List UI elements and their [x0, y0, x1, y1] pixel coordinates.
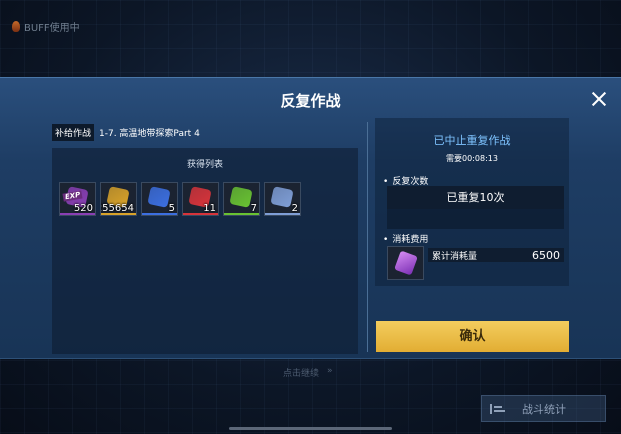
rarity-bar	[265, 213, 300, 215]
home-indicator	[229, 427, 392, 430]
purple-crystal-icon	[394, 250, 418, 276]
confirm-button[interactable]: 确认	[376, 321, 569, 352]
battle-stats-label: 战斗统计	[522, 402, 566, 416]
stage-tag: 补给作战	[52, 124, 95, 141]
reward-item[interactable]: 7	[223, 182, 260, 216]
reward-items: EXP52025565451172	[59, 182, 301, 216]
green-crystal-icon	[229, 186, 253, 208]
repeat-count-area	[387, 209, 564, 229]
rarity-bar	[60, 213, 95, 215]
flame-icon	[12, 21, 20, 32]
buff-label: BUFF使用中	[24, 23, 80, 34]
rarity-bar	[183, 213, 218, 215]
cost-row: 累计消耗量 6500	[428, 248, 564, 262]
card-bundle-icon	[270, 186, 294, 208]
reward-item[interactable]: EXP 520	[59, 182, 96, 216]
rarity-bar	[101, 213, 136, 215]
repeat-count-value: 已重复10次	[387, 186, 564, 209]
status-title: 已中止重复作战	[433, 134, 511, 147]
time-remaining: 需要00:08:13	[446, 154, 498, 163]
game-screen: BUFF使用中 反复作战 补给作战 1-7. 高温地带探索Part 4 获得列表…	[0, 0, 621, 434]
battle-stats-button[interactable]: 战斗统计	[481, 395, 606, 422]
dialog-title: 反复作战	[280, 92, 341, 110]
reward-item[interactable]: 11	[182, 182, 219, 216]
blue-crystal-icon	[147, 186, 171, 208]
cost-value: 6500	[532, 248, 560, 262]
cost-text: 累计消耗量	[432, 251, 478, 262]
cost-label: 消耗费用	[383, 232, 428, 245]
continue-label: 点击继续	[283, 369, 320, 379]
tap-to-continue[interactable]: 点击继续 »	[283, 366, 333, 379]
panel-divider	[367, 122, 368, 352]
double-chevron-right-icon: »	[327, 366, 333, 376]
status-panel: 已中止重复作战 需要00:08:13 反复次数 已重复10次 消耗费用 累计消耗…	[375, 118, 569, 286]
reward-item[interactable]: 2	[264, 182, 301, 216]
rewards-title: 获得列表	[186, 160, 223, 170]
cost-item-slot	[387, 246, 424, 280]
rarity-bar	[142, 213, 177, 215]
buff-indicator: BUFF使用中	[12, 19, 80, 34]
close-icon[interactable]	[591, 91, 607, 107]
reward-item[interactable]: 5	[141, 182, 178, 216]
stats-bars-icon	[490, 403, 505, 414]
stage-name: 1-7. 高温地带探索Part 4	[99, 129, 200, 139]
reward-item[interactable]: 255654	[100, 182, 137, 216]
stage-info: 补给作战 1-7. 高温地带探索Part 4	[52, 124, 200, 141]
repeat-battle-dialog: 反复作战 补给作战 1-7. 高温地带探索Part 4 获得列表 EXP5202…	[0, 77, 621, 359]
rarity-bar	[224, 213, 259, 215]
rewards-panel: 获得列表 EXP52025565451172	[52, 148, 358, 354]
